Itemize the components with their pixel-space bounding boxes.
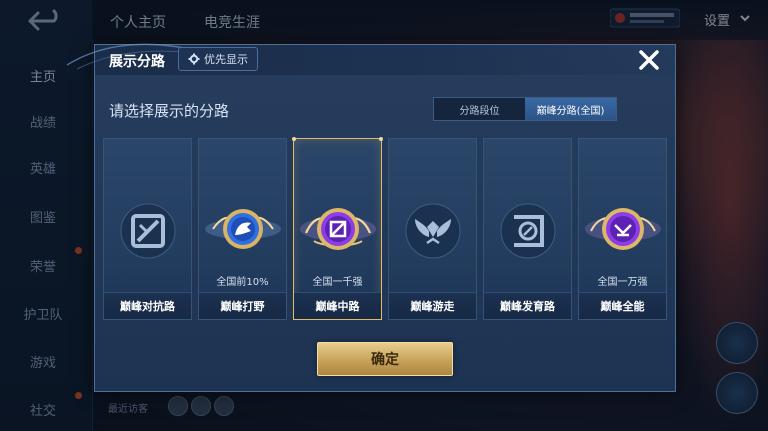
lane-card-name: 巅峰全能 [579,292,666,319]
lane-card-name: 巅峰打野 [199,292,286,319]
lane-card-name: 巅峰游走 [389,292,476,319]
dialog-title: 展示分路 [109,54,165,70]
sword-lane-icon [120,203,175,259]
lane-card-mid[interactable]: 全国一千强 巅峰中路 [292,137,383,320]
dialog-subtitle: 请选择展示的分路 [109,102,230,120]
lane-card-adc[interactable]: 巅峰发育路 [483,138,572,320]
selection-corner [292,137,296,141]
close-icon[interactable] [636,47,662,73]
allround-icon [584,208,661,250]
lane-card-rank: 全国一万强 [597,277,648,288]
lane-card-jungle[interactable]: 全国前10% 巅峰打野 [198,138,287,320]
wings-support-icon [405,203,460,259]
lane-card-rank: 全国前10% [216,277,269,288]
confirm-button[interactable]: 确定 [317,342,453,376]
lane-card-rank: 全国一千强 [312,277,363,288]
gear-icon [188,53,200,65]
lane-card-name: 巅峰中路 [294,292,381,319]
priority-display-label: 优先显示 [204,53,248,66]
lane-card-top[interactable]: 巅峰对抗路 [103,138,192,320]
target-adc-icon [500,203,555,259]
tab-lane-rank[interactable]: 分路段位 [434,98,525,120]
wolf-jungle-icon [204,209,281,249]
lane-card-name: 巅峰发育路 [484,292,571,319]
lane-mode-toggle: 分路段位 巅峰分路(全国) [433,97,617,121]
selection-corner [379,137,383,141]
lane-card-name: 巅峰对抗路 [104,292,191,319]
mid-lane-icon [299,208,376,250]
lane-card-list: 巅峰对抗路 全国前10% 巅峰打野 全国一千强 巅峰中路 巅峰游走 巅峰发育路 … [103,137,667,320]
dialog-header: 展示分路 优先显示 [67,43,675,75]
priority-display-button[interactable]: 优先显示 [178,47,258,71]
lane-card-support[interactable]: 巅峰游走 [388,138,477,320]
show-lane-dialog: 展示分路 优先显示 请选择展示的分路 分路段位 巅峰分路(全国) 巅峰对抗路 全… [67,43,676,392]
lane-card-allround[interactable]: 全国一万强 巅峰全能 [578,138,667,320]
tab-peak-lane-national[interactable]: 巅峰分路(全国) [525,98,616,120]
